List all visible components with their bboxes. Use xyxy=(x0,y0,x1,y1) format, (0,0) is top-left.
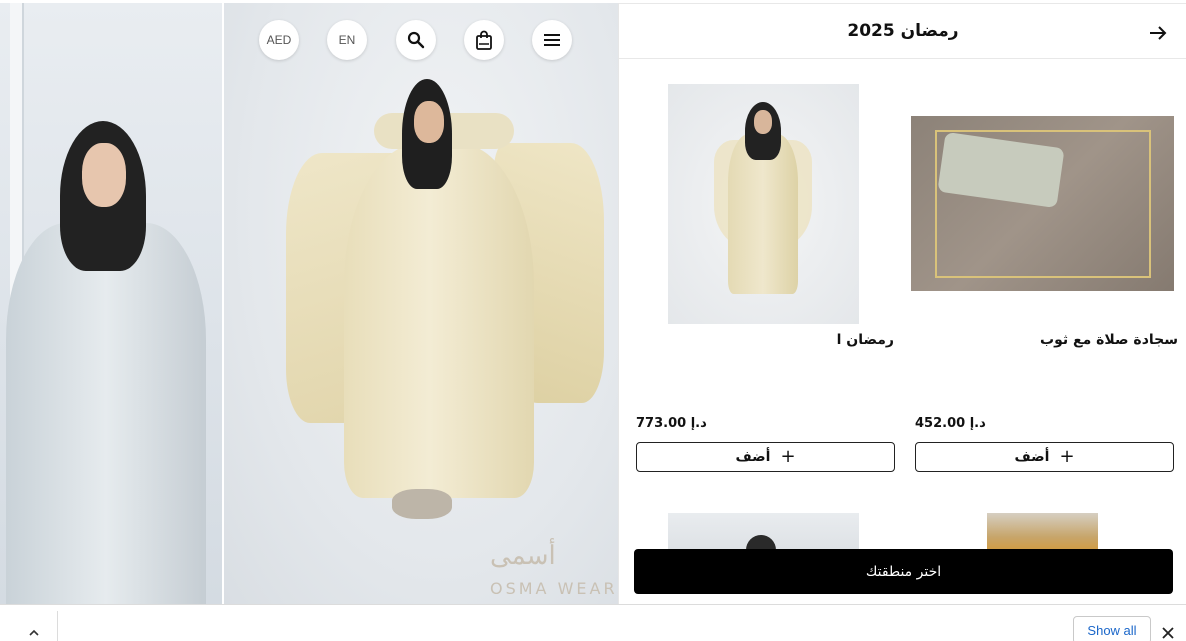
model-figure xyxy=(344,143,534,498)
menu-button[interactable] xyxy=(532,20,572,60)
language-button[interactable]: EN xyxy=(327,20,367,60)
plus-icon: + xyxy=(1059,446,1075,467)
product-card[interactable]: سجادة صلاة مع ثوب 452.00 د.إ أضف + xyxy=(911,83,1178,483)
hero-image-right: أسمى OSMA WEAR xyxy=(224,3,618,604)
shopping-bag-icon xyxy=(476,30,492,50)
show-all-button[interactable]: Show all xyxy=(1073,616,1151,641)
product-image-detail xyxy=(754,110,772,134)
hero-banner[interactable]: أسمى OSMA WEAR AED EN xyxy=(0,3,618,604)
chevron-up-icon[interactable] xyxy=(24,625,44,639)
product-card[interactable]: رمضان ا 773.00 د.إ أضف + xyxy=(636,83,896,483)
hero-image-left xyxy=(0,3,222,604)
collection-panel: رمضان 2025 سجادة صلاة مع ثوب 452.00 د.إ … xyxy=(618,3,1186,604)
product-image[interactable] xyxy=(987,513,1098,553)
search-button[interactable] xyxy=(396,20,436,60)
product-price: 452.00 د.إ xyxy=(915,416,986,431)
currency-label: AED xyxy=(266,33,292,47)
add-label: أضف xyxy=(1014,449,1050,465)
model-face xyxy=(414,101,444,143)
model-shoes xyxy=(392,489,452,519)
cart-button[interactable] xyxy=(464,20,504,60)
add-to-cart-button[interactable]: أضف + xyxy=(636,442,895,472)
model-face xyxy=(82,143,126,207)
language-label: EN xyxy=(338,33,356,47)
plus-icon: + xyxy=(780,446,796,467)
brand-logo: أسمى xyxy=(490,541,556,571)
product-price: 773.00 د.إ xyxy=(636,416,707,431)
currency-button[interactable]: AED xyxy=(259,20,299,60)
product-name[interactable]: رمضان ا xyxy=(837,332,894,348)
page: أسمى OSMA WEAR AED EN رمضان 2025 سجادة ص… xyxy=(0,0,1186,641)
select-region-button[interactable]: اختر منطقتك xyxy=(634,549,1173,594)
add-to-cart-button[interactable]: أضف + xyxy=(915,442,1174,472)
menu-icon xyxy=(544,34,560,46)
close-icon[interactable] xyxy=(1160,625,1176,641)
panel-header: رمضان 2025 xyxy=(619,3,1186,59)
divider xyxy=(57,611,58,641)
arrow-right-icon[interactable] xyxy=(1147,22,1169,44)
product-image[interactable] xyxy=(668,513,859,553)
add-label: أضف xyxy=(735,449,771,465)
product-name[interactable]: سجادة صلاة مع ثوب xyxy=(1040,332,1178,348)
model-figure xyxy=(6,223,206,604)
search-icon xyxy=(407,31,425,49)
product-image[interactable] xyxy=(668,84,859,324)
download-bar: Show all xyxy=(0,604,1186,641)
product-image[interactable] xyxy=(911,116,1174,291)
brand-logo-sub: OSMA WEAR xyxy=(490,579,618,598)
panel-title: رمضان 2025 xyxy=(847,21,959,41)
